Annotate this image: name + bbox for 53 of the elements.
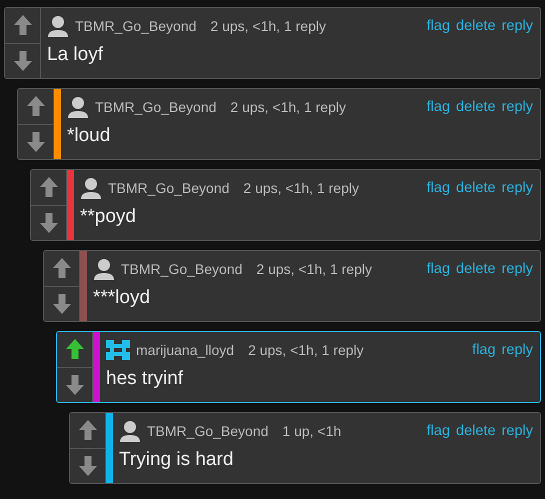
upvote-button[interactable] <box>5 8 40 44</box>
down-arrow-icon <box>12 50 32 72</box>
action-link[interactable]: flag <box>426 261 450 277</box>
action-link[interactable]: delete <box>456 180 496 196</box>
comment-text: *loud <box>67 125 112 147</box>
username[interactable]: marijuana_lloyd <box>136 342 234 358</box>
down-arrow-icon <box>78 454 98 477</box>
action-link[interactable]: reply <box>502 261 533 277</box>
action-link[interactable]: reply <box>502 180 533 196</box>
username[interactable]: TBMR_Go_Beyond <box>147 423 268 439</box>
action-link[interactable]: reply <box>502 423 533 439</box>
user-avatar-icon <box>119 420 141 442</box>
comment-text: hes tryinf <box>106 368 184 390</box>
upvote-button[interactable] <box>44 251 79 286</box>
action-link[interactable]: flag <box>426 18 450 34</box>
action-link[interactable]: flag <box>426 180 450 196</box>
down-arrow-icon <box>64 374 84 396</box>
pixel-avatar-icon <box>106 340 130 360</box>
username[interactable]: TBMR_Go_Beyond <box>95 99 216 115</box>
upvote-button[interactable] <box>18 89 53 124</box>
user-avatar-icon <box>93 258 115 280</box>
comment-meta: 2 ups, <1h, 1 reply <box>256 261 372 277</box>
comment-text: **poyd <box>80 206 137 228</box>
comment-meta: 2 ups, <1h, 1 reply <box>230 99 346 115</box>
action-link[interactable]: delete <box>456 99 496 115</box>
action-link[interactable]: delete <box>456 18 496 34</box>
comment-meta: 1 up, <1h <box>282 423 342 439</box>
user-avatar-icon <box>80 177 102 199</box>
down-arrow-icon <box>38 212 58 234</box>
action-link[interactable]: reply <box>502 342 533 358</box>
comment-text: ***loyd <box>93 287 152 309</box>
comment-meta: 2 ups, <1h, 1 reply <box>248 342 364 358</box>
comment-meta: 2 ups, <1h, 1 reply <box>243 180 359 196</box>
username[interactable]: TBMR_Go_Beyond <box>121 261 242 277</box>
comment-text: La loyf <box>47 44 104 66</box>
action-link[interactable]: flag <box>472 342 496 358</box>
down-arrow-icon <box>26 130 46 153</box>
action-link[interactable]: delete <box>456 423 496 439</box>
user-avatar-icon <box>67 96 89 118</box>
upvote-button[interactable] <box>57 332 92 368</box>
upvote-button[interactable] <box>70 413 105 448</box>
action-link[interactable]: flag <box>426 423 450 439</box>
action-link[interactable]: reply <box>502 18 533 34</box>
action-link[interactable]: reply <box>502 99 533 115</box>
comment-meta: 2 ups, <1h, 1 reply <box>210 18 326 34</box>
comment-text: Trying is hard <box>119 449 234 471</box>
username[interactable]: TBMR_Go_Beyond <box>75 18 196 34</box>
down-arrow-icon <box>52 292 72 315</box>
upvote-button[interactable] <box>31 170 66 206</box>
username[interactable]: TBMR_Go_Beyond <box>108 180 230 196</box>
action-link[interactable]: delete <box>456 261 496 277</box>
action-link[interactable]: flag <box>426 99 450 115</box>
user-avatar-icon <box>47 15 69 37</box>
